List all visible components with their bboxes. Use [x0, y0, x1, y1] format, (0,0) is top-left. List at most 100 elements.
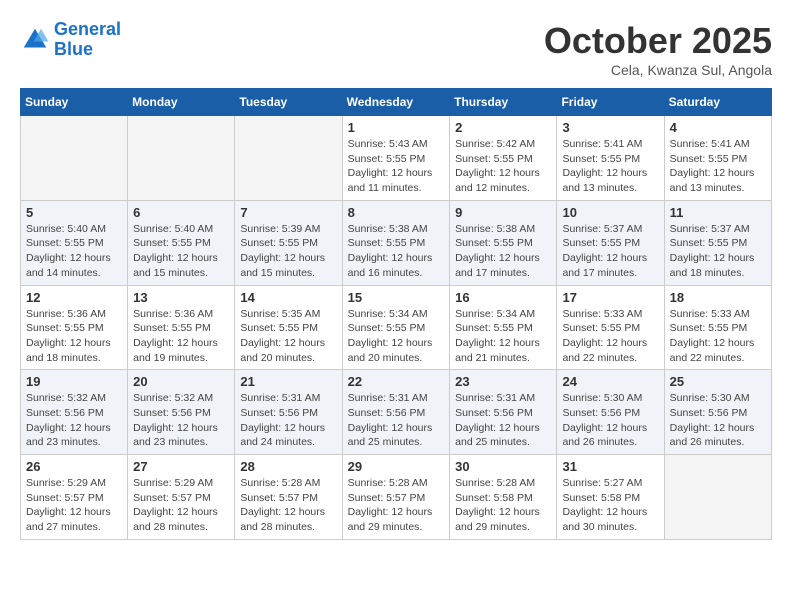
calendar-cell: 29 Sunrise: 5:28 AM Sunset: 5:57 PM Dayli…	[342, 455, 450, 540]
day-number: 16	[455, 290, 551, 305]
calendar-cell: 10 Sunrise: 5:37 AM Sunset: 5:55 PM Dayli…	[557, 200, 664, 285]
calendar-cell: 19 Sunrise: 5:32 AM Sunset: 5:56 PM Dayli…	[21, 370, 128, 455]
day-number: 26	[26, 459, 122, 474]
day-number: 24	[562, 374, 658, 389]
calendar-week-row: 1Sunrise: 5:43 AM Sunset: 5:55 PM Daylig…	[21, 116, 772, 201]
calendar-cell: 5 Sunrise: 5:40 AM Sunset: 5:55 PM Daylig…	[21, 200, 128, 285]
day-info: Sunrise: 5:34 AM Sunset: 5:55 PM Dayligh…	[455, 307, 551, 366]
day-info: Sunrise: 5:39 AM Sunset: 5:55 PM Dayligh…	[240, 222, 336, 281]
weekday-header: Tuesday	[235, 89, 342, 116]
calendar-cell: 9Sunrise: 5:38 AM Sunset: 5:55 PM Daylig…	[450, 200, 557, 285]
calendar-cell: 13 Sunrise: 5:36 AM Sunset: 5:55 PM Dayli…	[128, 285, 235, 370]
day-info: Sunrise: 5:34 AM Sunset: 5:55 PM Dayligh…	[348, 307, 445, 366]
weekday-header: Monday	[128, 89, 235, 116]
day-info: Sunrise: 5:37 AM Sunset: 5:55 PM Dayligh…	[562, 222, 658, 281]
calendar-cell: 23 Sunrise: 5:31 AM Sunset: 5:56 PM Dayli…	[450, 370, 557, 455]
calendar-cell: 8Sunrise: 5:38 AM Sunset: 5:55 PM Daylig…	[342, 200, 450, 285]
calendar-cell: 21Sunrise: 5:31 AM Sunset: 5:56 PM Dayli…	[235, 370, 342, 455]
day-info: Sunrise: 5:30 AM Sunset: 5:56 PM Dayligh…	[670, 391, 766, 450]
calendar-week-row: 19 Sunrise: 5:32 AM Sunset: 5:56 PM Dayli…	[21, 370, 772, 455]
day-number: 17	[562, 290, 658, 305]
calendar-cell: 1Sunrise: 5:43 AM Sunset: 5:55 PM Daylig…	[342, 116, 450, 201]
day-number: 25	[670, 374, 766, 389]
title-block: October 2025 Cela, Kwanza Sul, Angola	[544, 20, 772, 78]
day-number: 19	[26, 374, 122, 389]
day-number: 22	[348, 374, 445, 389]
calendar-cell: 31 Sunrise: 5:27 AM Sunset: 5:58 PM Dayli…	[557, 455, 664, 540]
day-number: 14	[240, 290, 336, 305]
day-info: Sunrise: 5:28 AM Sunset: 5:58 PM Dayligh…	[455, 476, 551, 535]
calendar-cell: 11 Sunrise: 5:37 AM Sunset: 5:55 PM Dayli…	[664, 200, 771, 285]
calendar-cell: 17 Sunrise: 5:33 AM Sunset: 5:55 PM Dayli…	[557, 285, 664, 370]
weekday-header: Sunday	[21, 89, 128, 116]
day-info: Sunrise: 5:28 AM Sunset: 5:57 PM Dayligh…	[348, 476, 445, 535]
day-info: Sunrise: 5:42 AM Sunset: 5:55 PM Dayligh…	[455, 137, 551, 196]
day-number: 15	[348, 290, 445, 305]
weekday-header: Saturday	[664, 89, 771, 116]
day-number: 7	[240, 205, 336, 220]
day-number: 6	[133, 205, 229, 220]
calendar-cell: 2Sunrise: 5:42 AM Sunset: 5:55 PM Daylig…	[450, 116, 557, 201]
day-info: Sunrise: 5:33 AM Sunset: 5:55 PM Dayligh…	[562, 307, 658, 366]
calendar-cell: 15 Sunrise: 5:34 AM Sunset: 5:55 PM Dayli…	[342, 285, 450, 370]
calendar-cell: 4Sunrise: 5:41 AM Sunset: 5:55 PM Daylig…	[664, 116, 771, 201]
calendar-cell: 28Sunrise: 5:28 AM Sunset: 5:57 PM Dayli…	[235, 455, 342, 540]
day-info: Sunrise: 5:40 AM Sunset: 5:55 PM Dayligh…	[26, 222, 122, 281]
day-info: Sunrise: 5:29 AM Sunset: 5:57 PM Dayligh…	[133, 476, 229, 535]
day-info: Sunrise: 5:27 AM Sunset: 5:58 PM Dayligh…	[562, 476, 658, 535]
day-number: 27	[133, 459, 229, 474]
calendar-cell: 30 Sunrise: 5:28 AM Sunset: 5:58 PM Dayli…	[450, 455, 557, 540]
day-number: 23	[455, 374, 551, 389]
day-info: Sunrise: 5:31 AM Sunset: 5:56 PM Dayligh…	[455, 391, 551, 450]
calendar-cell: 12 Sunrise: 5:36 AM Sunset: 5:55 PM Dayli…	[21, 285, 128, 370]
day-number: 29	[348, 459, 445, 474]
day-info: Sunrise: 5:29 AM Sunset: 5:57 PM Dayligh…	[26, 476, 122, 535]
day-number: 30	[455, 459, 551, 474]
location: Cela, Kwanza Sul, Angola	[544, 62, 772, 78]
calendar-cell	[664, 455, 771, 540]
calendar-cell: 18Sunrise: 5:33 AM Sunset: 5:55 PM Dayli…	[664, 285, 771, 370]
day-number: 5	[26, 205, 122, 220]
day-info: Sunrise: 5:36 AM Sunset: 5:55 PM Dayligh…	[133, 307, 229, 366]
day-number: 3	[562, 120, 658, 135]
calendar-cell: 16 Sunrise: 5:34 AM Sunset: 5:55 PM Dayli…	[450, 285, 557, 370]
logo-line2: Blue	[54, 39, 93, 59]
calendar-cell: 7 Sunrise: 5:39 AM Sunset: 5:55 PM Daylig…	[235, 200, 342, 285]
day-number: 20	[133, 374, 229, 389]
day-info: Sunrise: 5:30 AM Sunset: 5:56 PM Dayligh…	[562, 391, 658, 450]
calendar-cell: 27 Sunrise: 5:29 AM Sunset: 5:57 PM Dayli…	[128, 455, 235, 540]
calendar-week-row: 12 Sunrise: 5:36 AM Sunset: 5:55 PM Dayli…	[21, 285, 772, 370]
calendar-cell	[235, 116, 342, 201]
logo-icon	[20, 25, 50, 55]
calendar: SundayMondayTuesdayWednesdayThursdayFrid…	[20, 88, 772, 540]
day-number: 4	[670, 120, 766, 135]
calendar-cell: 20 Sunrise: 5:32 AM Sunset: 5:56 PM Dayli…	[128, 370, 235, 455]
calendar-cell: 22Sunrise: 5:31 AM Sunset: 5:56 PM Dayli…	[342, 370, 450, 455]
calendar-cell: 24 Sunrise: 5:30 AM Sunset: 5:56 PM Dayli…	[557, 370, 664, 455]
day-number: 12	[26, 290, 122, 305]
day-number: 18	[670, 290, 766, 305]
day-info: Sunrise: 5:32 AM Sunset: 5:56 PM Dayligh…	[133, 391, 229, 450]
day-info: Sunrise: 5:35 AM Sunset: 5:55 PM Dayligh…	[240, 307, 336, 366]
calendar-cell: 3 Sunrise: 5:41 AM Sunset: 5:55 PM Daylig…	[557, 116, 664, 201]
day-info: Sunrise: 5:40 AM Sunset: 5:55 PM Dayligh…	[133, 222, 229, 281]
day-info: Sunrise: 5:41 AM Sunset: 5:55 PM Dayligh…	[562, 137, 658, 196]
calendar-week-row: 5 Sunrise: 5:40 AM Sunset: 5:55 PM Daylig…	[21, 200, 772, 285]
weekday-header-row: SundayMondayTuesdayWednesdayThursdayFrid…	[21, 89, 772, 116]
day-info: Sunrise: 5:32 AM Sunset: 5:56 PM Dayligh…	[26, 391, 122, 450]
weekday-header: Friday	[557, 89, 664, 116]
day-number: 13	[133, 290, 229, 305]
day-number: 11	[670, 205, 766, 220]
day-info: Sunrise: 5:31 AM Sunset: 5:56 PM Dayligh…	[240, 391, 336, 450]
calendar-cell	[128, 116, 235, 201]
day-number: 31	[562, 459, 658, 474]
day-info: Sunrise: 5:37 AM Sunset: 5:55 PM Dayligh…	[670, 222, 766, 281]
day-info: Sunrise: 5:36 AM Sunset: 5:55 PM Dayligh…	[26, 307, 122, 366]
calendar-cell: 14 Sunrise: 5:35 AM Sunset: 5:55 PM Dayli…	[235, 285, 342, 370]
day-number: 28	[240, 459, 336, 474]
day-number: 9	[455, 205, 551, 220]
weekday-header: Wednesday	[342, 89, 450, 116]
calendar-week-row: 26 Sunrise: 5:29 AM Sunset: 5:57 PM Dayli…	[21, 455, 772, 540]
day-number: 10	[562, 205, 658, 220]
calendar-cell	[21, 116, 128, 201]
